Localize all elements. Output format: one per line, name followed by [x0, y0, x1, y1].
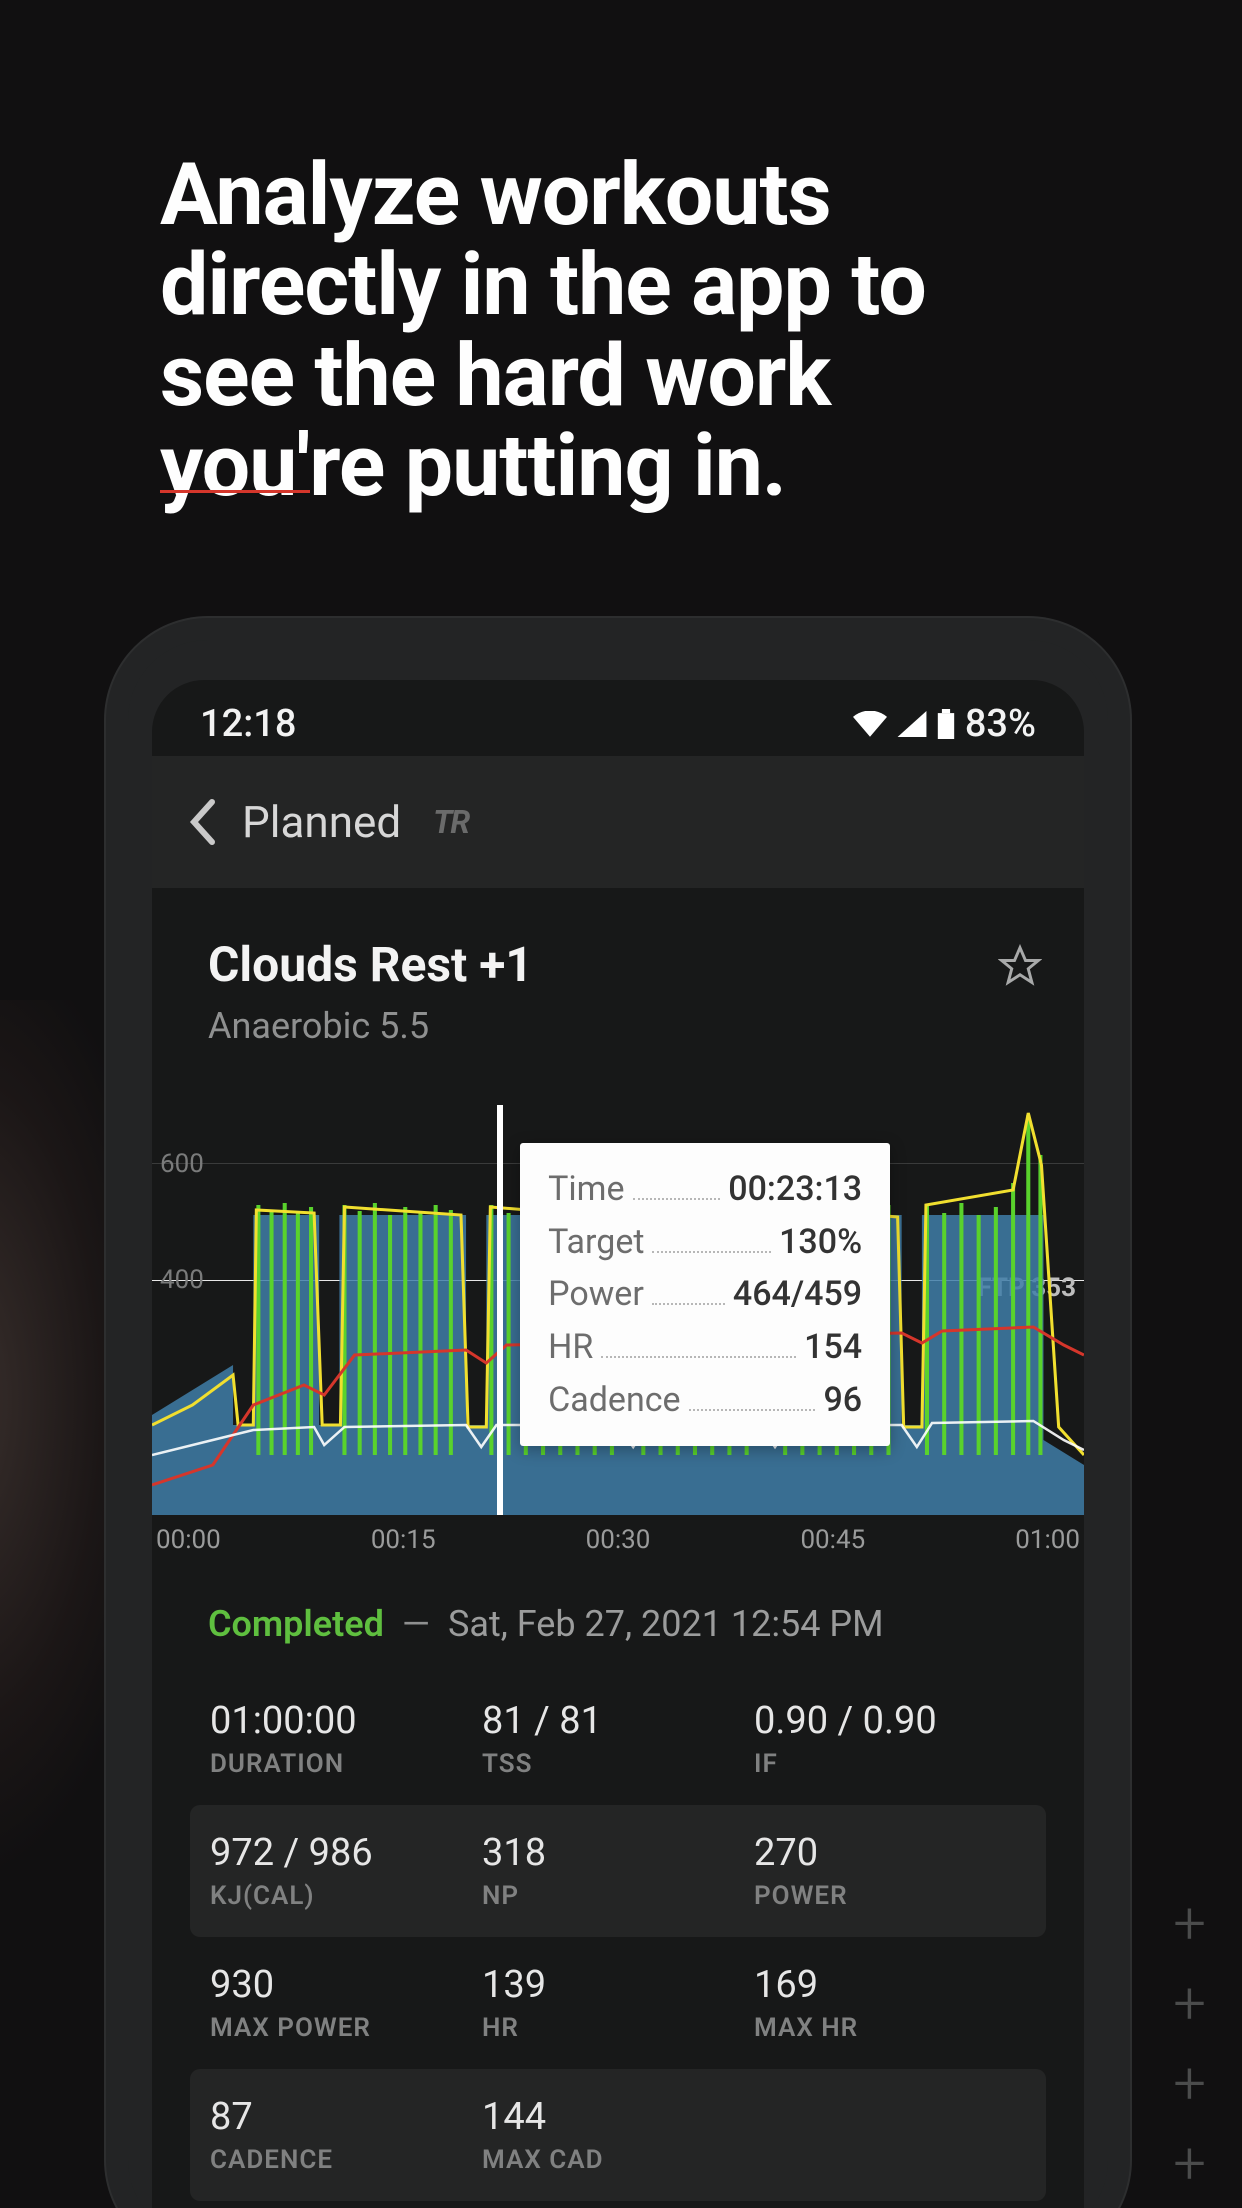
app-header: Planned TR	[152, 756, 1084, 888]
battery-percent: 83%	[965, 702, 1036, 746]
workout-title: Clouds Rest +1	[208, 936, 533, 993]
status-time: 12:18	[200, 702, 296, 746]
header-title[interactable]: Planned	[242, 796, 401, 848]
plus-icon: +	[1173, 2130, 1206, 2198]
cell-signal-icon	[897, 711, 927, 737]
metrics-grid: 01:00:00DURATION 81 / 81TSS 0.90 / 0.90I…	[152, 1673, 1084, 2201]
plus-icon: +	[1173, 2050, 1206, 2118]
tr-logo-icon: TR	[433, 803, 468, 841]
completion-status: Completed	[208, 1603, 384, 1645]
marketing-headline: Analyze workouts directly in the app to …	[160, 150, 1040, 511]
workout-chart[interactable]: 600 400 FTP 353	[152, 1095, 1084, 1555]
wifi-icon	[853, 711, 887, 737]
back-icon[interactable]	[188, 798, 216, 846]
status-bar: 12:18 83%	[152, 680, 1084, 756]
plus-icon: +	[1173, 1970, 1206, 2038]
completion-date: Sat, Feb 27, 2021 12:54 PM	[448, 1603, 884, 1645]
favorite-star-icon[interactable]	[998, 944, 1042, 988]
chart-scrubber[interactable]	[497, 1105, 503, 1515]
metric-row: 87CADENCE 144MAX CAD	[190, 2069, 1046, 2201]
metric-row: 972 / 986KJ(CAL) 318NP 270POWER	[190, 1805, 1046, 1937]
plus-icon: +	[1173, 1890, 1206, 1958]
metric-row: 930MAX POWER 139HR 169MAX HR	[190, 1937, 1046, 2069]
chart-x-axis: 00:00 00:15 00:30 00:45 01:00	[152, 1513, 1084, 1555]
battery-icon	[937, 709, 955, 739]
metric-row: 01:00:00DURATION 81 / 81TSS 0.90 / 0.90I…	[190, 1673, 1046, 1805]
workout-subtitle: Anaerobic 5.5	[208, 1005, 533, 1047]
headline-underline	[160, 490, 310, 493]
chart-tooltip: Time00:23:13 Target130% Power464/459 HR1…	[520, 1143, 890, 1446]
completion-row: Completed—Sat, Feb 27, 2021 12:54 PM	[152, 1555, 1084, 1673]
phone-frame: 12:18 83% Planned TR Clouds Rest +1 Anae…	[128, 640, 1108, 2208]
phone-screen: 12:18 83% Planned TR Clouds Rest +1 Anae…	[152, 680, 1084, 2208]
